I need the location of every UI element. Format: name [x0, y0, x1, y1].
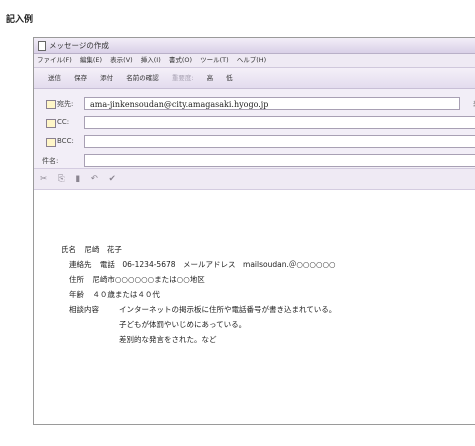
- bcc-label[interactable]: BCC:: [57, 137, 74, 145]
- check-names-button[interactable]: 名前の確認: [126, 74, 159, 82]
- contact-value: 電話 06-1234-5678 メールアドレス mailsoudan.＠○○○○…: [99, 260, 336, 269]
- cc-row: CC:: [34, 114, 475, 133]
- contact-label: 連絡先: [69, 260, 92, 269]
- address-label: 住所: [69, 275, 84, 284]
- save-button[interactable]: 保存: [74, 74, 87, 82]
- name-line: 氏名 尼崎 花子: [61, 244, 122, 255]
- name-value: 尼崎 花子: [84, 245, 122, 254]
- contact-line: 連絡先 電話 06-1234-5678 メールアドレス mailsoudan.＠…: [69, 259, 336, 270]
- spellcheck-icon[interactable]: ✔: [109, 174, 116, 184]
- menu-help[interactable]: ヘルプ(H): [237, 56, 266, 64]
- consult-line-1: インターネットの掲示板に住所や電話番号が書き込まれている。: [119, 305, 337, 314]
- consult-label: 相談内容: [69, 305, 99, 314]
- subject-field[interactable]: [84, 154, 475, 167]
- window-title: メッセージの作成: [49, 41, 109, 50]
- to-row: 宛先: ama-jinkensoudan@city.amagasaki.hyog…: [34, 95, 475, 114]
- address-line: 住所 尼崎市○○○○○○または○○地区: [69, 274, 205, 285]
- importance-label: 重要度:: [171, 74, 194, 82]
- send-button[interactable]: 送信: [48, 74, 61, 82]
- paste-icon[interactable]: ▮: [75, 174, 80, 184]
- address-book-icon[interactable]: [46, 100, 56, 109]
- document-icon: [38, 40, 46, 51]
- importance-low-button[interactable]: 低: [226, 74, 233, 82]
- bcc-field[interactable]: [84, 135, 475, 148]
- name-label: 氏名: [61, 245, 76, 254]
- cut-icon[interactable]: ✂: [40, 174, 47, 184]
- age-value: ４０歳または４０代: [92, 290, 160, 299]
- menu-bar: ファイル(F) 編集(E) 表示(V) 挿入(I) 書式(O) ツール(T) ヘ…: [34, 54, 475, 68]
- subject-label: 件名:: [42, 157, 59, 165]
- consult-line-2: 子どもが体罰やいじめにあっている。: [119, 320, 247, 329]
- copy-icon[interactable]: ⎘: [58, 174, 65, 184]
- compose-window: メッセージの作成 ファイル(F) 編集(E) 表示(V) 挿入(I) 書式(O)…: [33, 37, 475, 425]
- format-toolbar: ✂ ⎘ ▮ ↶ ✔: [34, 169, 475, 190]
- cc-label[interactable]: CC:: [57, 118, 69, 126]
- message-body[interactable]: 氏名 尼崎 花子 連絡先 電話 06-1234-5678 メールアドレス mai…: [34, 210, 475, 424]
- bcc-row: BCC:: [34, 133, 475, 152]
- menu-view[interactable]: 表示(V): [110, 56, 133, 64]
- age-line: 年齢 ４０歳または４０代: [69, 289, 160, 300]
- address-value: 尼崎市○○○○○○または○○地区: [92, 275, 205, 284]
- page-heading: 記入例: [6, 15, 34, 25]
- to-label[interactable]: 宛先:: [57, 99, 73, 109]
- menu-tools[interactable]: ツール(T): [200, 56, 229, 64]
- undo-icon[interactable]: ↶: [91, 174, 98, 184]
- address-book-icon[interactable]: [46, 119, 56, 128]
- menu-format[interactable]: 書式(O): [169, 56, 192, 64]
- age-label: 年齢: [69, 290, 84, 299]
- consult-line-3: 差別的な発言をされた。など: [119, 335, 217, 344]
- to-field[interactable]: ama-jinkensoudan@city.amagasaki.hyogo.jp: [84, 97, 460, 110]
- header-fields: 宛先: ama-jinkensoudan@city.amagasaki.hyog…: [34, 89, 475, 169]
- toolbar: 送信 保存 添付 名前の確認 重要度: 高 低: [34, 68, 475, 89]
- menu-edit[interactable]: 編集(E): [80, 56, 102, 64]
- menu-file[interactable]: ファイル(F): [37, 56, 72, 64]
- importance-high-button[interactable]: 高: [207, 74, 214, 82]
- attach-button[interactable]: 添付: [100, 74, 113, 82]
- menu-insert[interactable]: 挿入(I): [141, 56, 161, 64]
- cc-field[interactable]: [84, 116, 475, 129]
- address-book-icon[interactable]: [46, 138, 56, 147]
- subject-row: 件名:: [34, 152, 475, 171]
- window-titlebar: メッセージの作成: [34, 38, 475, 54]
